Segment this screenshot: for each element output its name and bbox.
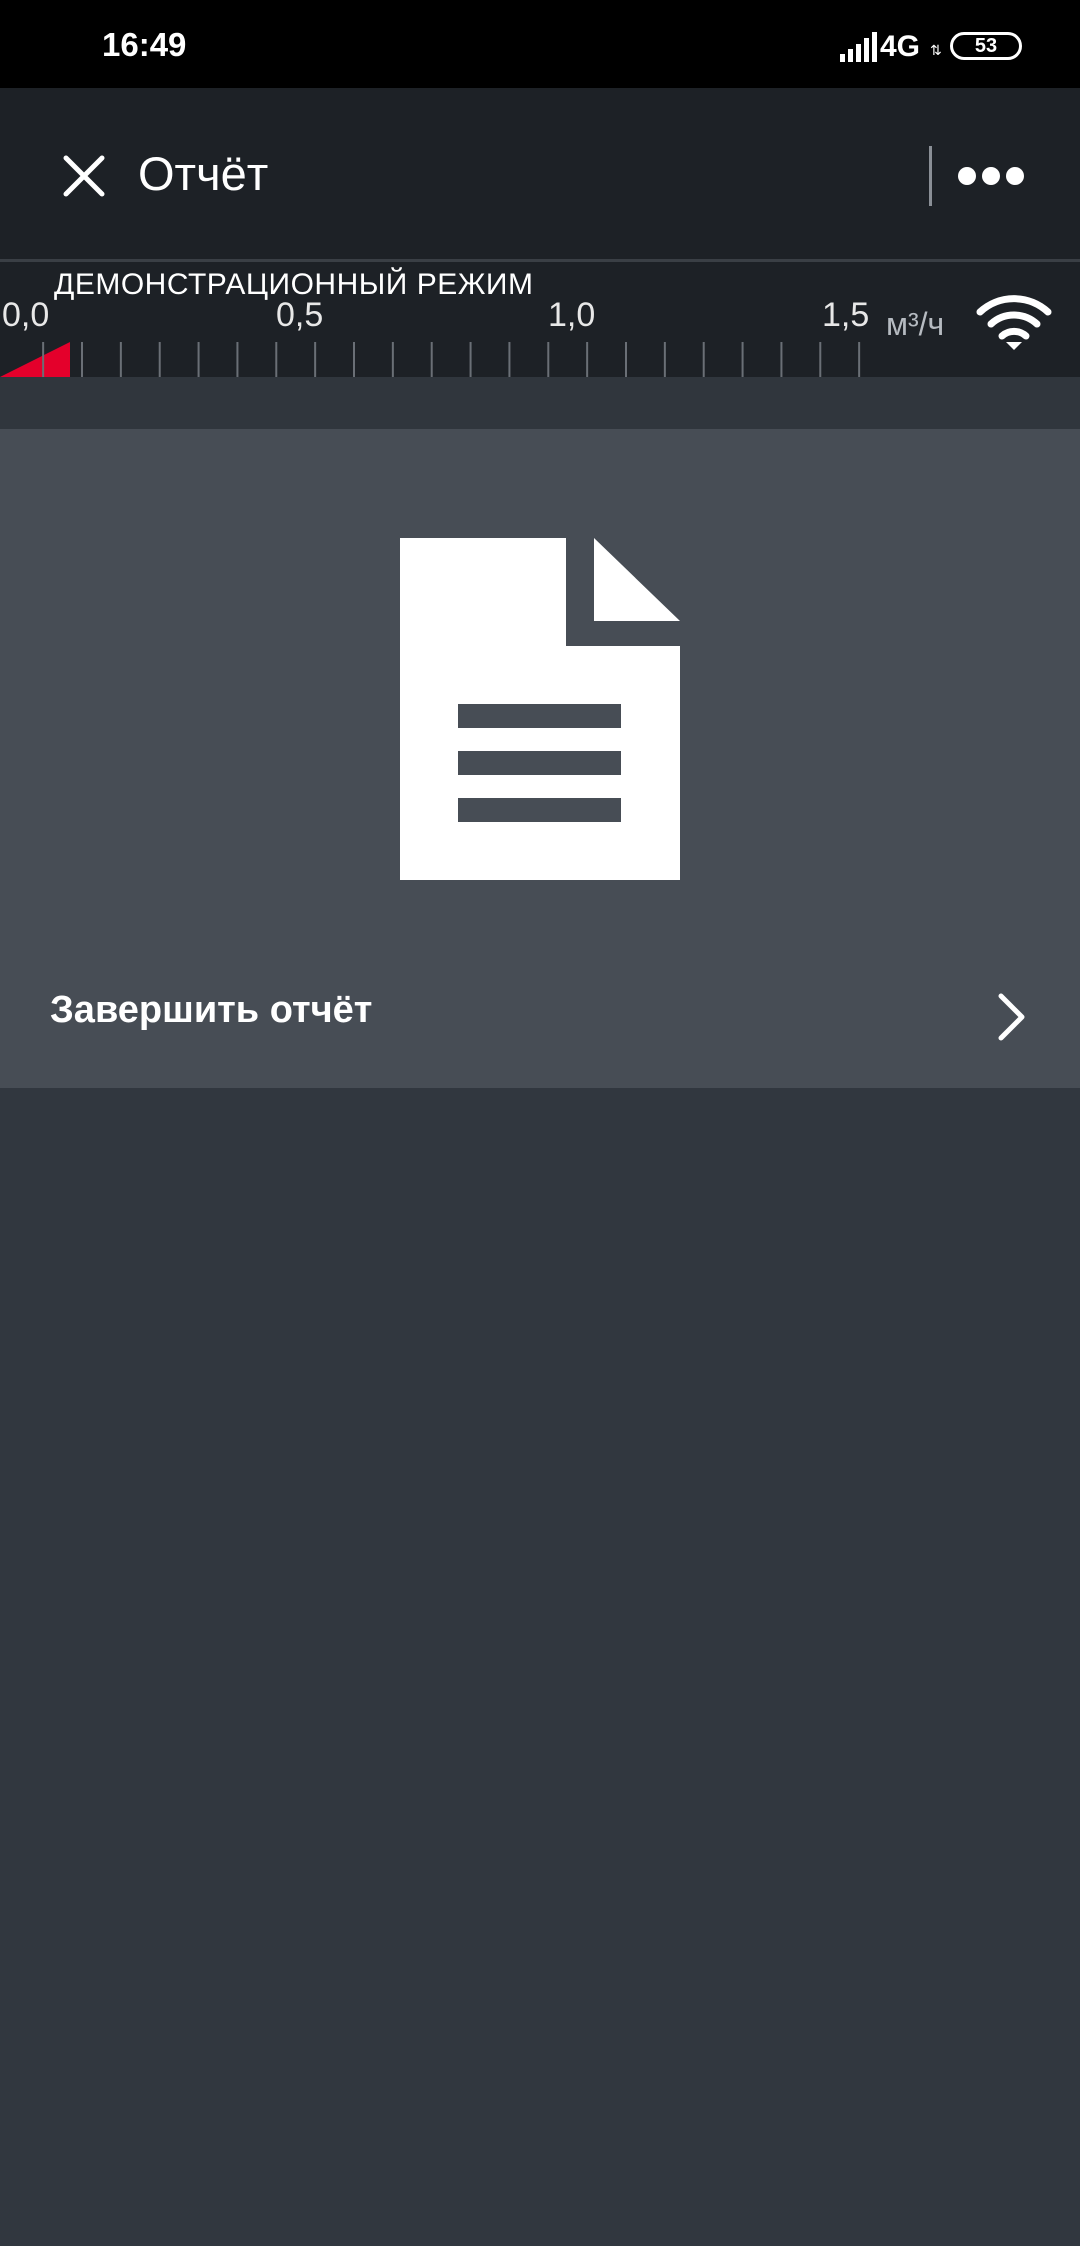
close-icon — [63, 155, 105, 197]
status-bar: 16:49 4G ⇅ 53 — [0, 0, 1080, 88]
toolbar-divider — [929, 146, 932, 206]
spacer — [0, 377, 1080, 429]
flow-scale: ДЕМОНСТРАЦИОННЫЙ РЕЖИМ 0,0 0,5 1,0 1,5 м… — [0, 262, 1080, 377]
status-time: 16:49 — [102, 26, 187, 63]
signal-icon — [840, 32, 877, 62]
tick-label: 1,5 — [822, 296, 870, 334]
more-options-button[interactable] — [956, 158, 1026, 194]
tick-label: 0,0 — [2, 296, 50, 334]
tick-label: 1,0 — [548, 296, 596, 334]
report-card: Завершить отчёт — [0, 429, 1080, 1088]
document-icon — [400, 538, 680, 880]
flow-indicator — [0, 342, 70, 377]
more-icon — [958, 167, 1024, 185]
finish-report-label: Завершить отчёт — [50, 989, 373, 1031]
wifi-icon — [976, 295, 1052, 350]
finish-report-row[interactable]: Завершить отчёт — [0, 949, 1080, 1088]
network-type: 4G — [880, 30, 921, 63]
battery-icon: 53 — [950, 32, 1022, 60]
unit-label: м³/ч — [886, 306, 945, 342]
network-arrows-icon: ⇅ — [930, 42, 942, 58]
close-button[interactable] — [58, 150, 110, 202]
app-bar: Отчёт — [0, 88, 1080, 262]
tick-label: 0,5 — [276, 296, 324, 334]
page-title: Отчёт — [138, 147, 269, 200]
chevron-right-icon — [998, 993, 1025, 1041]
